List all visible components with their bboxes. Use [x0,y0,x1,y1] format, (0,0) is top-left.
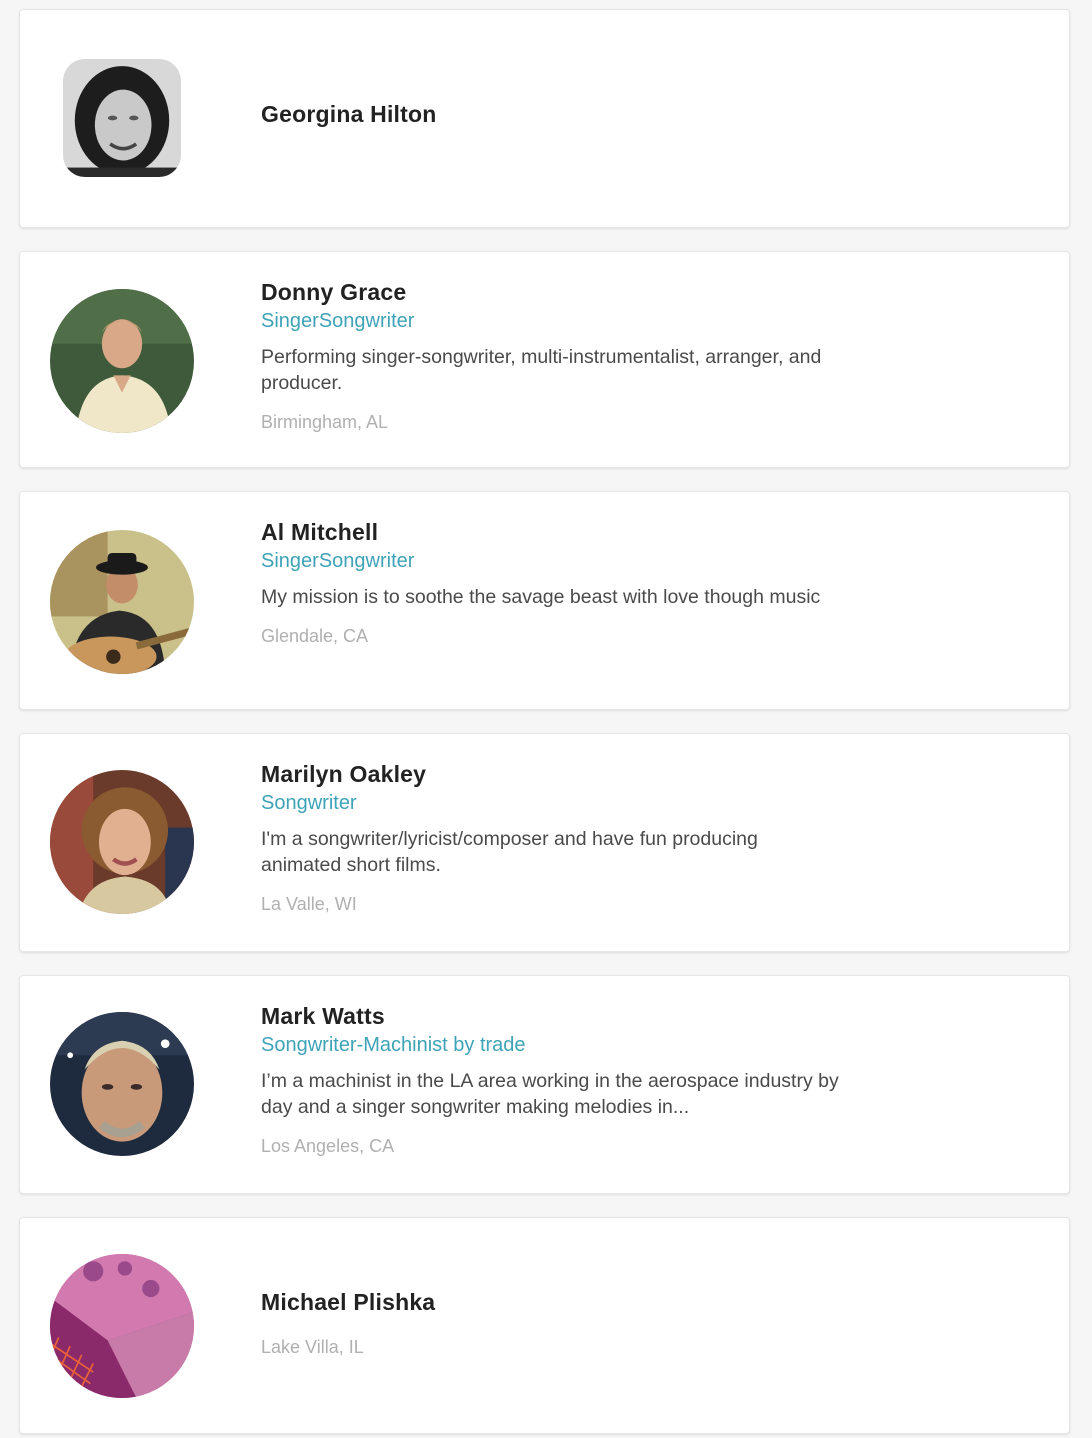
profile-name[interactable]: Mark Watts [261,1002,841,1030]
profile-role: Songwriter [261,792,357,814]
profile-card[interactable]: Georgina Hilton [19,9,1070,228]
avatar[interactable] [63,59,181,177]
profile-card[interactable]: Donny Grace SingerSongwriter Performing … [19,251,1070,468]
profile-bio: I’m a machinist in the LA area working i… [261,1070,839,1118]
profile-name[interactable]: Georgina Hilton [261,100,841,128]
profile-card[interactable]: Al Mitchell SingerSongwriter My mission … [19,491,1070,710]
profile-card[interactable]: Mark Watts Songwriter-Machinist by trade… [19,975,1070,1194]
avatar[interactable] [50,1012,194,1156]
profile-location: Lake Villa, IL [261,1337,364,1357]
avatar[interactable] [50,530,194,674]
profile-role: SingerSongwriter [261,310,415,332]
profile-location: Birmingham, AL [261,412,389,432]
profile-role: SingerSongwriter [261,550,415,572]
avatar[interactable] [50,289,194,433]
profile-name[interactable]: Michael Plishka [261,1288,841,1316]
profile-location: Los Angeles, CA [261,1136,395,1156]
profile-name[interactable]: Marilyn Oakley [261,760,841,788]
profile-location: Glendale, CA [261,626,369,646]
profile-card[interactable]: Michael Plishka Lake Villa, IL [19,1217,1070,1434]
profile-name[interactable]: Al Mitchell [261,518,841,546]
avatar[interactable] [50,770,194,914]
profile-role: Songwriter-Machinist by trade [261,1034,526,1056]
profile-bio: I'm a songwriter/lyricist/composer and h… [261,828,758,876]
profile-bio: Performing singer-songwriter, multi-inst… [261,346,822,394]
profile-name[interactable]: Donny Grace [261,278,841,306]
avatar[interactable] [50,1254,194,1398]
profile-location: La Valle, WI [261,894,357,914]
profile-card[interactable]: Marilyn Oakley Songwriter I'm a songwrit… [19,733,1070,952]
profile-bio: My mission is to soothe the savage beast… [261,586,821,608]
